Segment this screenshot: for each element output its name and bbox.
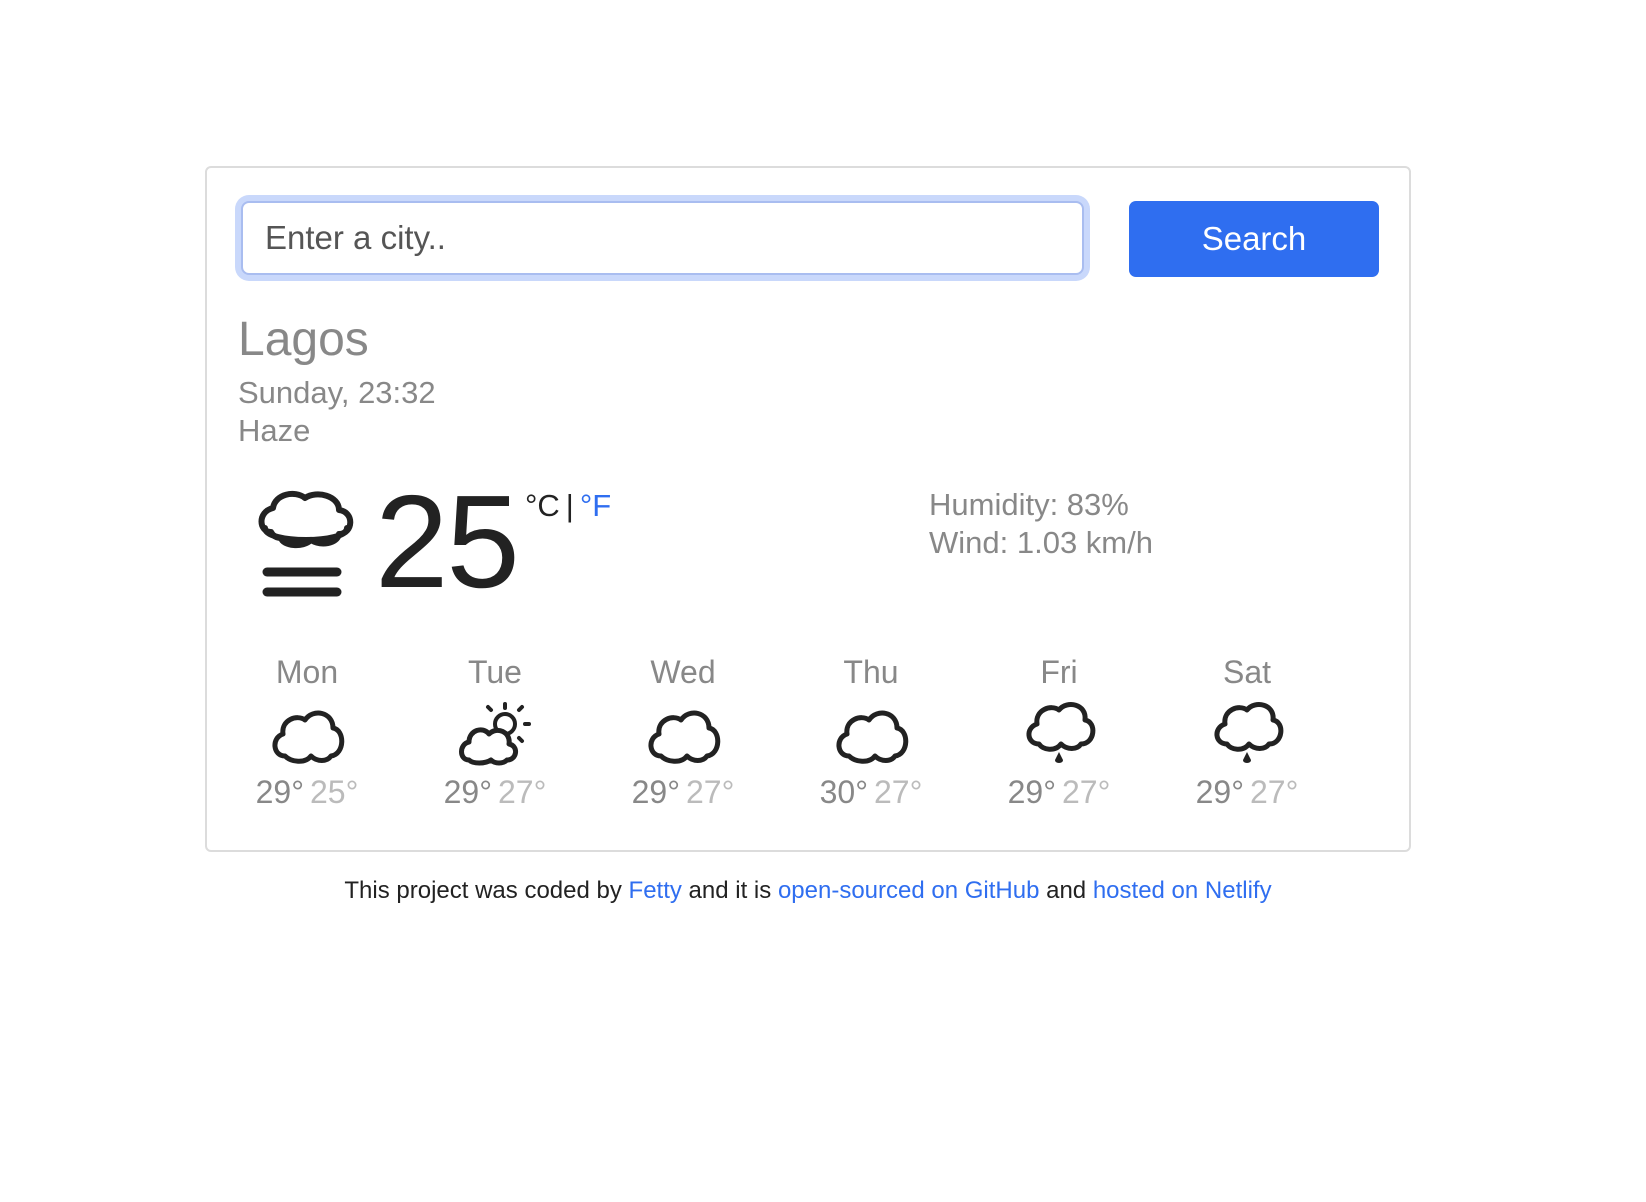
netlify-link[interactable]: hosted on Netlify bbox=[1093, 877, 1272, 904]
forecast-day: Tue 29° 27° bbox=[415, 656, 575, 808]
humidity: Humidity: 83% bbox=[929, 487, 1129, 522]
forecast-min-temp: 27° bbox=[1250, 774, 1299, 810]
cloud-icon bbox=[836, 710, 909, 764]
forecast-min-temp: 25° bbox=[310, 774, 359, 810]
weather-card: Search Lagos Sunday, 23:32 Haze 25 °C|°F… bbox=[205, 166, 1411, 852]
forecast-day-name: Mon bbox=[275, 654, 339, 690]
forecast-day: Sat 29° 27° bbox=[1167, 656, 1327, 808]
weather-description: Haze bbox=[238, 413, 311, 448]
forecast-min-temp: 27° bbox=[686, 774, 735, 810]
forecast-max-temp: 30° bbox=[819, 774, 868, 810]
rain-icon bbox=[1026, 702, 1096, 763]
unit-toggle: °C | °F bbox=[525, 490, 611, 521]
celsius-unit: °C bbox=[525, 488, 560, 523]
forecast-max-temp: 29° bbox=[631, 774, 680, 810]
fahrenheit-link[interactable]: °F bbox=[580, 488, 611, 523]
forecast-day-name: Thu bbox=[843, 654, 899, 690]
city-search-input[interactable] bbox=[241, 201, 1084, 275]
forecast: Mon 29° 25° Tue 29° 27° Wed 29° 27° Thu … bbox=[225, 656, 1413, 816]
wind: Wind: 1.03 km/h bbox=[929, 525, 1153, 560]
current-temperature: 25 bbox=[375, 468, 520, 615]
forecast-max-temp: 29° bbox=[443, 774, 492, 810]
forecast-min-temp: 27° bbox=[874, 774, 923, 810]
forecast-day: Thu 30° 27° bbox=[791, 656, 951, 808]
forecast-day: Wed 29° 27° bbox=[603, 656, 763, 808]
footer-text: and bbox=[1046, 877, 1087, 904]
author-link[interactable]: Fetty bbox=[629, 877, 682, 904]
forecast-day: Mon 29° 25° bbox=[227, 656, 387, 808]
footer-text: This project was coded by bbox=[344, 877, 622, 904]
current-datetime: Sunday, 23:32 bbox=[238, 375, 436, 410]
partly-cloudy-icon bbox=[459, 702, 531, 766]
forecast-day-name: Fri bbox=[1040, 654, 1078, 690]
forecast-day-name: Tue bbox=[468, 654, 522, 690]
cloud-icon bbox=[272, 710, 345, 764]
forecast-min-temp: 27° bbox=[498, 774, 547, 810]
cloud-icon bbox=[648, 710, 721, 764]
footer: This project was coded by Fetty and it i… bbox=[0, 877, 1616, 905]
forecast-max-temp: 29° bbox=[1007, 774, 1056, 810]
github-link[interactable]: open-sourced on GitHub bbox=[778, 877, 1040, 904]
rain-icon bbox=[1214, 702, 1284, 763]
city-name: Lagos bbox=[238, 313, 369, 366]
forecast-min-temp: 27° bbox=[1062, 774, 1111, 810]
weather-details: Humidity: 83% Wind: 1.03 km/h bbox=[929, 486, 1153, 562]
forecast-max-temp: 29° bbox=[1195, 774, 1244, 810]
unit-separator: | bbox=[565, 488, 574, 523]
search-button[interactable]: Search bbox=[1129, 201, 1379, 277]
forecast-day: Fri 29° 27° bbox=[979, 656, 1139, 808]
footer-text: and it is bbox=[688, 877, 772, 904]
forecast-day-name: Sat bbox=[1222, 654, 1272, 690]
haze-icon bbox=[258, 490, 354, 597]
forecast-max-temp: 29° bbox=[255, 774, 304, 810]
forecast-day-name: Wed bbox=[650, 654, 716, 690]
